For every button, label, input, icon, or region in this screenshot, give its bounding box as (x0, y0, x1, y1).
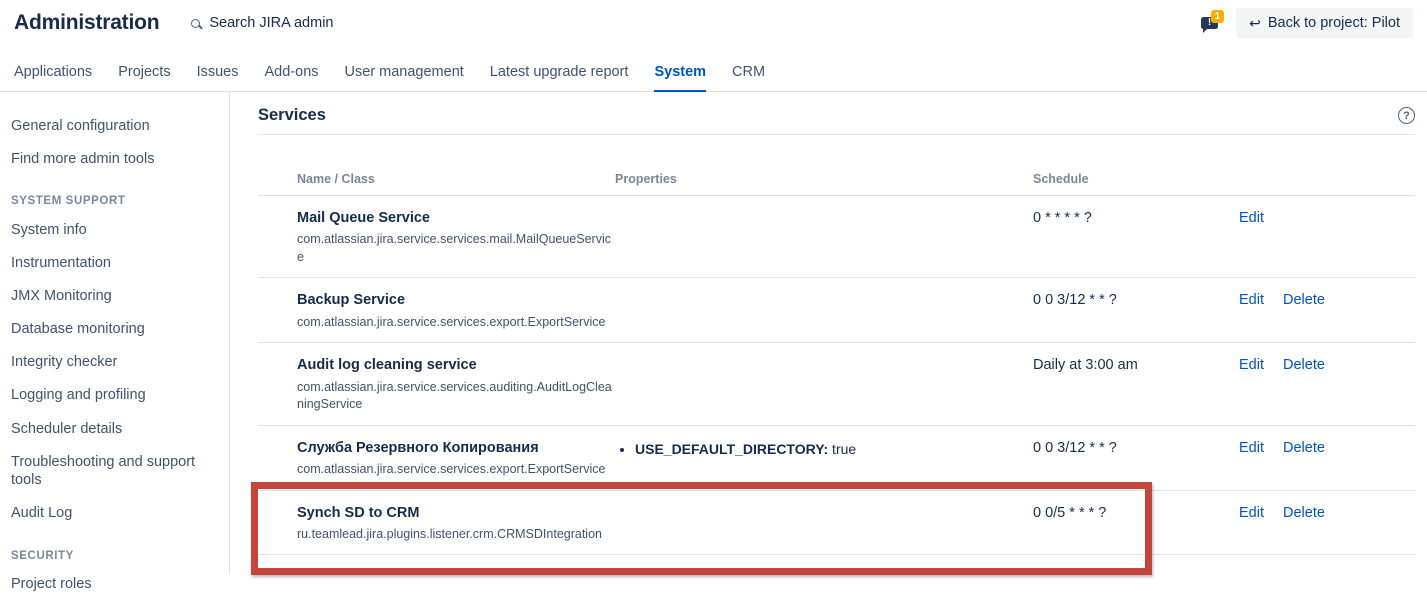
edit-link[interactable]: Edit (1239, 292, 1264, 331)
services-header: Services ? (258, 106, 1415, 135)
app-title: Administration (14, 11, 159, 35)
service-name: Служба Резервного Копирования (258, 440, 615, 457)
service-class: com.atlassian.jira.service.services.expo… (258, 461, 615, 479)
tab-crm[interactable]: CRM (732, 52, 765, 91)
search-input[interactable] (207, 14, 437, 32)
service-name: Backup Service (258, 292, 615, 309)
name-class-cell: Audit log cleaning service com.atlassian.… (258, 357, 615, 413)
edit-link[interactable]: Edit (1239, 210, 1264, 266)
service-class: com.atlassian.jira.service.services.mail… (258, 231, 615, 266)
column-header-schedule: Schedule (1033, 172, 1239, 186)
table-row: Служба Резервного Копирования com.atlassi… (258, 426, 1415, 491)
notification-badge: 1 (1211, 10, 1224, 24)
sidebar-item-system-info[interactable]: System info (11, 213, 215, 246)
properties-cell (615, 210, 1033, 266)
properties-cell (615, 505, 1033, 544)
tab-system[interactable]: System (654, 52, 706, 91)
delete-link[interactable]: Delete (1283, 292, 1325, 331)
sidebar: General configurationFind more admin too… (0, 92, 230, 574)
back-to-project-label: Back to project: Pilot (1268, 15, 1400, 31)
schedule-value: 0 0 3/12 * * ? (1033, 440, 1239, 479)
table-row: Mail Queue Service com.atlassian.jira.ser… (258, 196, 1415, 278)
delete-link[interactable]: Delete (1283, 357, 1325, 413)
service-class: com.atlassian.jira.service.services.audi… (258, 379, 615, 414)
tab-add-ons[interactable]: Add-ons (265, 52, 319, 91)
sidebar-item-project-roles[interactable]: Project roles (11, 568, 215, 601)
content-layout: General configurationFind more admin too… (0, 92, 1427, 574)
sidebar-item-logging-and-profiling[interactable]: Logging and profiling (11, 379, 215, 412)
schedule-value: 0 0/5 * * * ? (1033, 505, 1239, 544)
sidebar-item-general-configuration[interactable]: General configuration (11, 109, 215, 142)
tab-projects[interactable]: Projects (118, 52, 170, 91)
service-name: Audit log cleaning service (258, 357, 615, 374)
edit-link[interactable]: Edit (1239, 505, 1264, 544)
schedule-value: 0 0 3/12 * * ? (1033, 292, 1239, 331)
edit-link[interactable]: Edit (1239, 357, 1264, 413)
sidebar-item-integrity-checker[interactable]: Integrity checker (11, 346, 215, 379)
sidebar-item-scheduler-details[interactable]: Scheduler details (11, 412, 215, 445)
edit-link[interactable]: Edit (1239, 440, 1264, 479)
actions-cell: Edit Delete (1239, 440, 1415, 479)
main-content: Services ? Name / Class Properties Sched… (230, 92, 1427, 574)
tab-user-management[interactable]: User management (345, 52, 464, 91)
service-name: Synch SD to CRM (258, 505, 615, 522)
top-right-actions: ! 1 ↩ Back to project: Pilot (1201, 8, 1413, 38)
schedule-value: 0 * * * * ? (1033, 210, 1239, 266)
properties-cell: USE_DEFAULT_DIRECTORY: true (615, 440, 1033, 479)
service-class: ru.teamlead.jira.plugins.listener.crm.CR… (258, 526, 615, 544)
table-header-row: Name / Class Properties Schedule (258, 166, 1415, 196)
tab-applications[interactable]: Applications (14, 52, 92, 91)
sidebar-item-troubleshooting-and-support-tools[interactable]: Troubleshooting and support tools (11, 445, 215, 496)
services-table: Name / Class Properties Schedule Mail Qu… (258, 166, 1415, 555)
name-class-cell: Служба Резервного Копирования com.atlassi… (258, 440, 615, 479)
delete-link[interactable]: Delete (1283, 440, 1325, 479)
properties-cell (615, 292, 1033, 331)
sidebar-item-instrumentation[interactable]: Instrumentation (11, 246, 215, 279)
help-icon[interactable]: ? (1398, 107, 1415, 124)
column-header-actions (1239, 172, 1415, 186)
actions-cell: Edit Delete (1239, 357, 1415, 413)
name-class-cell: Synch SD to CRM ru.teamlead.jira.plugins.… (258, 505, 615, 544)
top-bar: Administration ! 1 ↩ Back to project: Pi… (0, 0, 1427, 46)
property-key: USE_DEFAULT_DIRECTORY: (635, 441, 828, 457)
back-to-project-button[interactable]: ↩ Back to project: Pilot (1236, 8, 1413, 38)
sidebar-item-jmx-monitoring[interactable]: JMX Monitoring (11, 280, 215, 313)
sidebar-item-find-more-admin-tools[interactable]: Find more admin tools (11, 142, 215, 175)
properties-list: USE_DEFAULT_DIRECTORY: true (615, 440, 1033, 458)
notification-icon[interactable]: ! 1 (1201, 15, 1221, 32)
service-class: com.atlassian.jira.service.services.expo… (258, 314, 615, 332)
property-item: USE_DEFAULT_DIRECTORY: true (635, 440, 1033, 458)
column-header-properties: Properties (615, 172, 1033, 186)
back-arrow-icon: ↩ (1249, 16, 1261, 30)
schedule-value: Daily at 3:00 am (1033, 357, 1239, 413)
name-class-cell: Mail Queue Service com.atlassian.jira.ser… (258, 210, 615, 266)
table-row: Backup Service com.atlassian.jira.service… (258, 278, 1415, 343)
table-body: Mail Queue Service com.atlassian.jira.ser… (258, 196, 1415, 555)
actions-cell: Edit Delete (1239, 505, 1415, 544)
sidebar-item-database-monitoring[interactable]: Database monitoring (11, 313, 215, 346)
name-class-cell: Backup Service com.atlassian.jira.service… (258, 292, 615, 331)
sidebar-section-system-support: SYSTEM SUPPORT (11, 195, 215, 207)
admin-search (191, 14, 437, 32)
service-name: Mail Queue Service (258, 210, 615, 227)
sidebar-item-audit-log[interactable]: Audit Log (11, 496, 215, 529)
properties-cell (615, 357, 1033, 413)
table-row: Audit log cleaning service com.atlassian.… (258, 343, 1415, 425)
page-title: Services (258, 106, 326, 125)
admin-tabs: Applications Projects Issues Add-ons User ma… (0, 52, 1427, 92)
actions-cell: Edit (1239, 210, 1415, 266)
delete-link[interactable]: Delete (1283, 505, 1325, 544)
actions-cell: Edit Delete (1239, 292, 1415, 331)
column-header-name-class: Name / Class (258, 172, 615, 186)
sidebar-section-security: SECURITY (11, 550, 215, 562)
tab-latest-upgrade-report[interactable]: Latest upgrade report (490, 52, 629, 91)
tab-issues[interactable]: Issues (197, 52, 239, 91)
search-icon (191, 19, 200, 28)
table-row: Synch SD to CRM ru.teamlead.jira.plugins.… (258, 491, 1415, 556)
